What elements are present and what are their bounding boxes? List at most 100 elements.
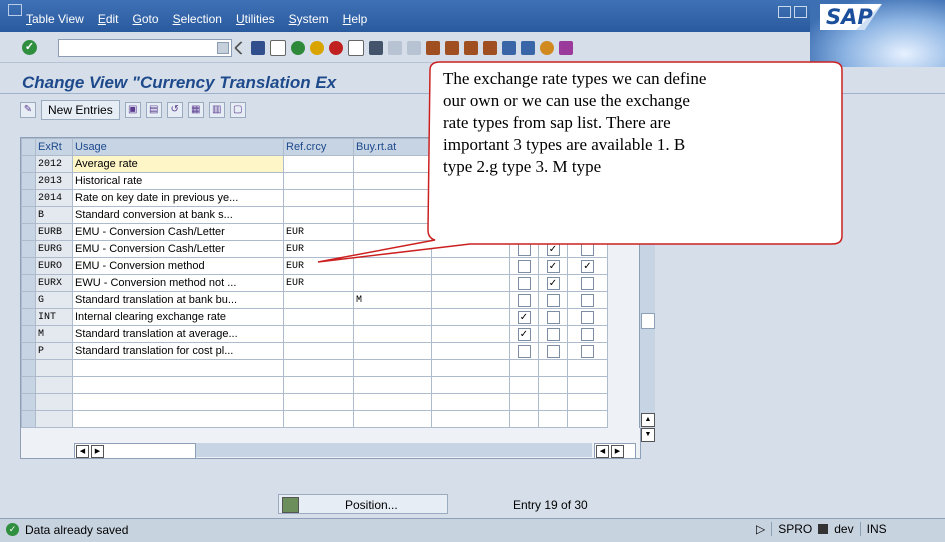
server-name[interactable]: dev [834,522,853,536]
checkbox-cell[interactable]: ✓ [538,274,568,292]
print-icon[interactable] [369,41,383,55]
ref-crcy-cell[interactable] [283,206,354,224]
ref-crcy-cell[interactable]: EUR [283,274,354,292]
menu-utilities[interactable]: Utilities [236,12,275,26]
checkbox-cell[interactable] [538,359,568,377]
checkbox-cell[interactable] [509,376,539,394]
usage-cell[interactable] [72,393,284,411]
table-row[interactable]: P Standard translation for cost pl... [21,342,608,360]
table-row[interactable]: B Standard conversion at bank s... M [21,206,608,224]
history-dropdown-icon[interactable] [217,42,229,54]
ref-crcy-cell[interactable] [283,410,354,428]
exrt-cell[interactable]: 2013 [35,172,73,190]
system-menu-icon[interactable] [8,4,22,16]
extra-cell[interactable] [431,376,510,394]
menu-selection[interactable]: Selection [173,12,222,26]
row-selector[interactable] [21,325,36,343]
extra-cell[interactable] [431,410,510,428]
buy-rt-at-cell[interactable] [353,410,432,428]
menu-goto[interactable]: Goto [133,12,159,26]
shortcut-icon[interactable] [521,41,535,55]
checkbox-cell[interactable]: ✓ [509,308,539,326]
checkbox-cell[interactable]: ✓ [567,257,608,275]
usage-cell[interactable] [72,410,284,428]
checkbox-cell[interactable] [538,342,568,360]
transaction-code[interactable]: SPRO [771,522,812,536]
select-all-icon[interactable]: ▦ [187,102,204,118]
checkbox-cell[interactable] [509,257,539,275]
buy-rt-at-cell[interactable] [353,223,432,241]
checkbox[interactable] [546,293,560,307]
checkbox[interactable] [517,344,531,358]
command-field[interactable] [58,39,232,57]
scroll-left-icon[interactable]: ◀ [76,445,89,458]
last-page-icon[interactable] [483,41,497,55]
save-icon[interactable] [251,41,265,55]
table-row[interactable]: EURO EMU - Conversion method EUR ✓ ✓ [21,257,608,275]
checkbox-cell[interactable] [509,206,539,224]
checkbox-cell[interactable] [509,223,539,241]
buy-rt-at-cell[interactable] [353,189,432,207]
buy-rt-at-cell[interactable] [353,325,432,343]
checkbox[interactable] [517,225,531,239]
first-page-icon[interactable] [426,41,440,55]
checkbox[interactable]: ✓ [546,276,560,290]
extra-cell[interactable]: M [431,206,510,224]
table-row[interactable] [21,359,608,377]
extra-cell[interactable] [431,359,510,377]
row-selector[interactable] [21,308,36,326]
checkbox-cell[interactable] [567,308,608,326]
usage-cell[interactable]: Internal clearing exchange rate [72,308,284,326]
checkbox-cell[interactable] [509,342,539,360]
checkbox-cell[interactable] [567,206,608,224]
checkbox-cell[interactable] [567,240,608,258]
horizontal-scrollbar-track[interactable] [196,443,592,457]
horizontal-scroll-right[interactable]: ◀ ▶ [594,443,636,459]
checkbox[interactable] [581,293,594,307]
ref-crcy-cell[interactable] [283,189,354,207]
ref-crcy-cell[interactable] [283,376,354,394]
checkbox-cell[interactable] [509,291,539,309]
row-selector[interactable] [21,189,36,207]
extra-cell[interactable] [431,274,510,292]
new-entries-button[interactable]: New Entries [41,100,120,120]
checkbox-cell[interactable] [567,291,608,309]
row-selector[interactable] [21,359,36,377]
previous-page-icon[interactable] [445,41,459,55]
checkbox[interactable] [581,242,594,256]
row-selector[interactable] [21,223,36,241]
checkbox[interactable] [546,310,560,324]
table-row[interactable]: EURG EMU - Conversion Cash/Letter EUR ✓ [21,240,608,258]
next-page-icon[interactable] [464,41,478,55]
buy-rt-at-cell[interactable] [353,359,432,377]
checkbox-cell[interactable] [509,240,539,258]
vertical-scrollbar[interactable]: ▲ ▼ [639,138,655,442]
checkbox[interactable]: ✓ [546,259,560,273]
ref-crcy-cell[interactable]: EUR [283,257,354,275]
table-row[interactable]: INT Internal clearing exchange rate ✓ [21,308,608,326]
checkbox-cell[interactable] [567,223,608,241]
row-selector[interactable] [21,206,36,224]
ref-crcy-cell[interactable] [283,325,354,343]
help-icon[interactable] [540,41,554,55]
menu-system[interactable]: System [289,12,329,26]
usage-cell[interactable]: EWU - Conversion method not ... [72,274,284,292]
usage-cell[interactable]: EMU - Conversion method [72,257,284,275]
scroll-right-icon-2[interactable]: ▶ [611,445,624,458]
checkbox-cell[interactable] [538,291,568,309]
checkbox-cell[interactable]: ✓ [509,325,539,343]
checkbox[interactable] [517,259,531,273]
usage-cell[interactable] [72,376,284,394]
ref-crcy-cell[interactable] [283,172,354,190]
buy-rt-at-cell[interactable] [353,274,432,292]
buy-rt-at-cell[interactable]: M [353,291,432,309]
create-session-icon[interactable] [502,41,516,55]
checkbox-cell[interactable] [538,393,568,411]
buy-rt-at-cell[interactable] [353,376,432,394]
table-row[interactable]: G Standard translation at bank bu... M [21,291,608,309]
ref-crcy-cell[interactable] [283,308,354,326]
row-selector[interactable] [21,274,36,292]
checkbox-cell[interactable]: ✓ [538,240,568,258]
copy-as-icon[interactable]: ▣ [124,102,141,118]
checkbox[interactable] [517,276,531,290]
